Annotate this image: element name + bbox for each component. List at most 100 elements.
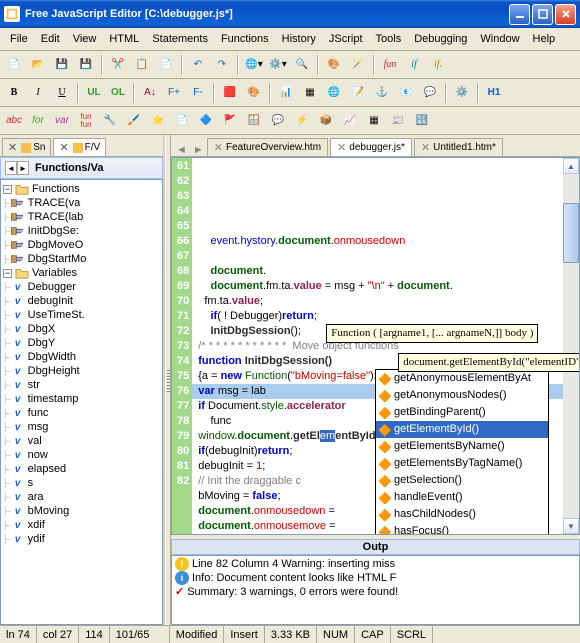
tree-item[interactable]: ┊┈vnow [3, 448, 160, 462]
bold-button[interactable]: B [3, 82, 25, 104]
autocomplete-popup[interactable]: 🔶getAnonymousElementByAt🔶getAnonymousNod… [375, 369, 549, 535]
ul-button[interactable]: UL [83, 82, 105, 104]
code-editor[interactable]: 6162636465666768697071727374757677787980… [171, 157, 580, 535]
window-icon[interactable]: 🪟 [243, 110, 265, 132]
tab-prev[interactable]: ◄ [173, 144, 190, 156]
tree-item[interactable]: ┊┈vDbgHeight [3, 364, 160, 378]
tree-item[interactable]: ┊┈vval [3, 434, 160, 448]
redo-icon[interactable]: ↷ [211, 54, 233, 76]
tree[interactable]: −Functions┊┈TRACE(va┊┈TRACE(lab┊┈InitDbg… [0, 179, 163, 625]
tree-item[interactable]: ┊┈velapsed [3, 462, 160, 476]
tree-item[interactable]: ┊┈vs [3, 476, 160, 490]
tree-item[interactable]: ┊┈vtimestamp [3, 392, 160, 406]
box-icon[interactable]: 📦 [315, 110, 337, 132]
output-line[interactable]: ✓Summary: 3 warnings, 0 errors were foun… [173, 585, 578, 598]
tree-item[interactable]: ┊┈vUseTimeSt. [3, 308, 160, 322]
scroll-up[interactable]: ▲ [563, 158, 579, 174]
form-icon[interactable]: 📝 [347, 82, 369, 104]
side-prev[interactable]: ◄ [5, 161, 17, 175]
editor-tab[interactable]: ✕FeatureOverview.htm [207, 138, 328, 156]
tree-item[interactable]: ┊┈vmsg [3, 420, 160, 434]
side-tab-Sn[interactable]: ✕ Sn [2, 138, 51, 156]
fontplus-button[interactable]: F+ [163, 82, 185, 104]
code-line[interactable]: document.fm.ta.value = msg + "\n" + docu… [198, 279, 579, 294]
tree-item[interactable]: ┊┈vDbgX [3, 322, 160, 336]
code-line[interactable]: // Init debugger sessi [198, 534, 579, 535]
code-line[interactable]: if( ! Debugger)return; [198, 309, 579, 324]
autocomplete-item[interactable]: 🔶getElementById() [376, 421, 548, 438]
code-line[interactable]: document. [198, 264, 579, 279]
grid-icon[interactable]: ▦ [363, 110, 385, 132]
color-swatch-icon[interactable]: 🟥 [219, 82, 241, 104]
code-body[interactable]: Function ( [argname1, [... argnameN,]] b… [192, 158, 579, 534]
for-snippet[interactable]: for [27, 110, 49, 132]
tree-item[interactable]: ┊┈vDbgWidth [3, 350, 160, 364]
globe-icon[interactable]: 🌐▾ [243, 54, 265, 76]
underline-button[interactable]: U [51, 82, 73, 104]
autocomplete-item[interactable]: 🔶getElementsByName() [376, 438, 548, 455]
editor-scrollbar[interactable]: ▲ ▼ [563, 158, 579, 534]
cut-icon[interactable]: ✂️ [107, 54, 129, 76]
flag-icon[interactable]: 🚩 [219, 110, 241, 132]
undo-icon[interactable]: ↶ [187, 54, 209, 76]
tree-item[interactable]: ┊┈vstr [3, 378, 160, 392]
brush-icon[interactable]: 🖌️ [123, 110, 145, 132]
anchor-icon[interactable]: ⚓ [371, 82, 393, 104]
new-file-icon[interactable]: 📄 [3, 54, 25, 76]
chart-icon[interactable]: 📈 [339, 110, 361, 132]
menu-file[interactable]: File [4, 31, 34, 47]
shapes-icon[interactable]: 🔷 [195, 110, 217, 132]
tree-item[interactable]: −Variables [3, 266, 160, 280]
tab-next[interactable]: ► [190, 144, 207, 156]
menu-html[interactable]: HTML [103, 31, 145, 47]
tree-item[interactable]: ┊┈InitDbgSe: [3, 224, 160, 238]
abc-snippet[interactable]: abc [3, 110, 25, 132]
output-line[interactable]: !Line 82 Column 4 Warning: inserting mis… [173, 557, 578, 571]
tree-item[interactable]: ┊┈TRACE(va [3, 196, 160, 210]
copy-icon[interactable]: 📋 [131, 54, 153, 76]
editor-tab[interactable]: ✕debugger.js* [330, 138, 412, 156]
minimize-button[interactable] [509, 4, 530, 25]
autocomplete-item[interactable]: 🔶getSelection() [376, 472, 548, 489]
scroll-thumb[interactable] [563, 203, 579, 263]
menu-window[interactable]: Window [474, 31, 525, 47]
image-icon[interactable]: 📊 [275, 82, 297, 104]
side-next[interactable]: ► [17, 161, 29, 175]
tree-item[interactable]: ┊┈DbgMoveO [3, 238, 160, 252]
palette2-icon[interactable]: 🎨 [243, 82, 265, 104]
tree-item[interactable]: ┊┈vara [3, 490, 160, 504]
italic-button[interactable]: I [27, 82, 49, 104]
tool-icon[interactable]: 🔧 [99, 110, 121, 132]
autocomplete-item[interactable]: 🔶hasChildNodes() [376, 506, 548, 523]
comment-icon[interactable]: 💬 [419, 82, 441, 104]
ifel-label[interactable]: if. [427, 54, 449, 76]
fun-label[interactable]: fun [379, 54, 401, 76]
menu-jscript[interactable]: JScript [323, 31, 369, 47]
menu-statements[interactable]: Statements [146, 31, 214, 47]
page-icon[interactable]: 📄 [171, 110, 193, 132]
tree-item[interactable]: ┊┈vDebugger [3, 280, 160, 294]
if-label[interactable]: if [403, 54, 425, 76]
wizard-icon[interactable]: 🪄 [347, 54, 369, 76]
tree-item[interactable]: ┊┈vxdif [3, 518, 160, 532]
tree-item[interactable]: ┊┈vfunc [3, 406, 160, 420]
save-icon[interactable]: 💾 [51, 54, 73, 76]
tree-item[interactable]: ┊┈vbMoving [3, 504, 160, 518]
tree-item[interactable]: ┊┈vdebugInit [3, 294, 160, 308]
menu-help[interactable]: Help [527, 31, 562, 47]
tree-item[interactable]: ┊┈TRACE(lab [3, 210, 160, 224]
autocomplete-item[interactable]: 🔶getAnonymousElementByAt [376, 370, 548, 387]
splitter-grip[interactable] [167, 368, 170, 392]
tree-item[interactable]: ┊┈DbgStartMo [3, 252, 160, 266]
fontminus-button[interactable]: F- [187, 82, 209, 104]
autocomplete-item[interactable]: 🔶hasFocus() [376, 523, 548, 535]
scroll-down[interactable]: ▼ [563, 518, 579, 534]
maximize-button[interactable] [532, 4, 553, 25]
email-icon[interactable]: 📧 [395, 82, 417, 104]
menu-tools[interactable]: Tools [370, 31, 408, 47]
dialog-icon[interactable]: 💬 [267, 110, 289, 132]
menu-view[interactable]: View [67, 31, 103, 47]
fn-snippet[interactable]: fun fun [75, 110, 97, 132]
tree-item[interactable]: −Functions [3, 182, 160, 196]
output-body[interactable]: !Line 82 Column 4 Warning: inserting mis… [171, 555, 580, 625]
